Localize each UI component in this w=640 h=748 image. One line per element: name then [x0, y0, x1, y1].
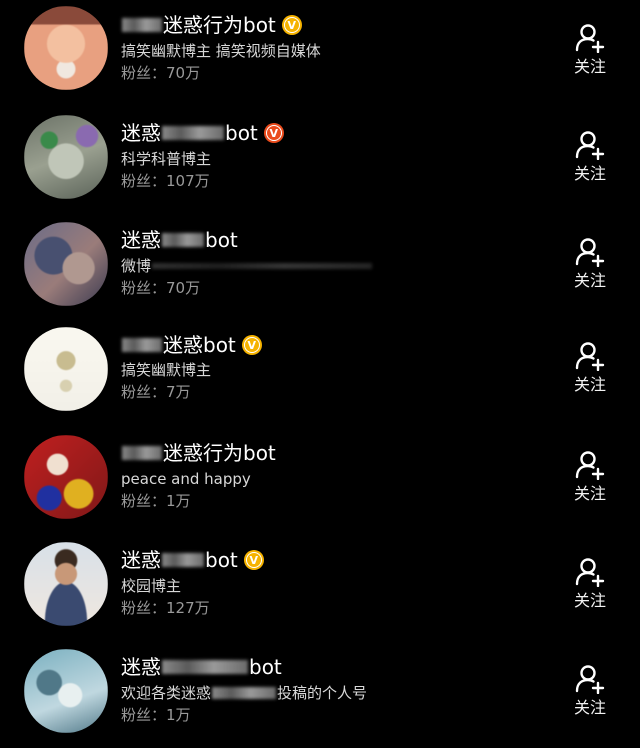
fans-count: 粉丝：1万 — [121, 706, 191, 724]
badge-letter: V — [269, 126, 279, 140]
add-user-icon — [575, 342, 605, 371]
verified-badge-icon: V — [241, 335, 262, 355]
follow-label: 关注 — [573, 271, 606, 290]
blurred-text — [162, 126, 224, 140]
name-text: bot — [205, 548, 238, 572]
badge-letter: V — [287, 18, 297, 32]
follow-label: 关注 — [573, 375, 606, 394]
avatar[interactable] — [24, 222, 108, 306]
account-row[interactable]: 迷惑 bot 微博 粉丝：70万 关注 — [0, 214, 640, 321]
follow-button[interactable]: 关注 — [564, 448, 616, 508]
name-prefix: 迷惑 — [121, 548, 161, 572]
avatar-image — [24, 327, 108, 411]
avatar[interactable] — [24, 327, 108, 411]
account-row[interactable]: 迷惑 bot V 校园博主 粉丝：127万 关注 — [0, 532, 640, 639]
account-description: 搞笑幽默博主 — [121, 361, 212, 379]
add-user-icon — [575, 238, 605, 267]
badge-letter: V — [249, 553, 259, 567]
add-user-icon — [575, 24, 605, 53]
blurred-text — [162, 553, 204, 567]
account-row[interactable]: 迷惑bot V 搞笑幽默博主 粉丝：7万 关注 — [0, 321, 640, 425]
add-user-icon — [575, 131, 605, 160]
account-row[interactable]: 迷惑 bot 欢迎各类迷惑 投稿的个人号 粉丝：1万 关注 — [0, 639, 640, 746]
blurred-text — [122, 18, 162, 32]
account-row[interactable]: 迷惑行为bot peace and happy 粉丝：1万 关注 — [0, 425, 640, 532]
blurred-text — [162, 233, 204, 247]
follow-button[interactable]: 关注 — [564, 128, 616, 188]
follow-button[interactable]: 关注 — [564, 555, 616, 615]
avatar-image — [24, 222, 108, 306]
follow-label: 关注 — [573, 57, 606, 76]
fans-count: 粉丝：107万 — [121, 172, 210, 190]
name-text: 迷惑行为bot — [163, 441, 276, 465]
avatar[interactable] — [24, 649, 108, 733]
avatar-image — [24, 649, 108, 733]
account-description: 欢迎各类迷惑 投稿的个人号 — [121, 684, 367, 702]
follow-label: 关注 — [573, 591, 606, 610]
follow-button[interactable]: 关注 — [564, 21, 616, 81]
blurred-text — [122, 446, 162, 460]
account-name[interactable]: 迷惑 bot V — [121, 121, 284, 145]
account-description: 校园博主 — [121, 577, 182, 595]
account-name[interactable]: 迷惑 bot — [121, 655, 282, 679]
account-row[interactable]: 迷惑 bot V 科学科普博主 粉丝：107万 关注 — [0, 107, 640, 214]
add-user-icon — [575, 665, 605, 694]
fans-count: 粉丝：70万 — [121, 64, 201, 82]
follow-label: 关注 — [573, 164, 606, 183]
follow-button[interactable]: 关注 — [564, 662, 616, 722]
verified-badge-icon: V — [263, 123, 284, 143]
badge-letter: V — [247, 338, 257, 352]
avatar[interactable] — [24, 115, 108, 199]
add-user-icon — [575, 451, 605, 480]
avatar-image — [24, 542, 108, 626]
name-prefix: 迷惑 — [121, 228, 161, 252]
follow-button[interactable]: 关注 — [564, 235, 616, 295]
description-text: 欢迎各类迷惑 — [121, 684, 212, 702]
blurred-text — [162, 660, 248, 674]
avatar-image — [24, 435, 108, 519]
description-text: 投稿的个人号 — [277, 684, 368, 702]
name-prefix: 迷惑 — [121, 121, 161, 145]
verified-badge-icon: V — [281, 15, 302, 35]
description-text: 微博 — [121, 257, 152, 275]
account-name[interactable]: 迷惑bot V — [121, 333, 262, 357]
follow-label: 关注 — [573, 484, 606, 503]
avatar[interactable] — [24, 6, 108, 90]
follow-button[interactable]: 关注 — [564, 339, 616, 399]
add-user-icon — [575, 558, 605, 587]
avatar-image — [24, 6, 108, 90]
fans-count: 粉丝：70万 — [121, 279, 201, 297]
account-row[interactable]: 迷惑行为bot V 搞笑幽默博主 搞笑视频自媒体 粉丝：70万 关注 — [0, 0, 640, 107]
avatar[interactable] — [24, 435, 108, 519]
avatar[interactable] — [24, 542, 108, 626]
account-list: 迷惑行为bot V 搞笑幽默博主 搞笑视频自媒体 粉丝：70万 关注 迷惑 bo… — [0, 0, 640, 746]
verified-badge-icon: V — [243, 550, 264, 570]
follow-label: 关注 — [573, 698, 606, 717]
name-text: bot — [205, 228, 238, 252]
account-name[interactable]: 迷惑 bot — [121, 228, 238, 252]
account-description: peace and happy — [121, 470, 251, 488]
blurred-text — [212, 687, 277, 699]
fans-count: 粉丝：127万 — [121, 599, 210, 617]
account-description: 科学科普博主 — [121, 150, 212, 168]
avatar-image — [24, 115, 108, 199]
name-text: bot — [225, 121, 258, 145]
account-name[interactable]: 迷惑行为bot V — [121, 13, 302, 37]
name-text: 迷惑bot — [163, 333, 236, 357]
fans-count: 粉丝：7万 — [121, 383, 191, 401]
name-text: bot — [249, 655, 282, 679]
blurred-text — [122, 338, 162, 352]
name-prefix: 迷惑 — [121, 655, 161, 679]
fans-count: 粉丝：1万 — [121, 492, 191, 510]
account-name[interactable]: 迷惑 bot V — [121, 548, 264, 572]
account-description: 搞笑幽默博主 搞笑视频自媒体 — [121, 42, 321, 60]
blurred-text — [152, 263, 373, 269]
account-description: 微博 — [121, 257, 373, 275]
name-text: 迷惑行为bot — [163, 13, 276, 37]
account-name[interactable]: 迷惑行为bot — [121, 441, 276, 465]
